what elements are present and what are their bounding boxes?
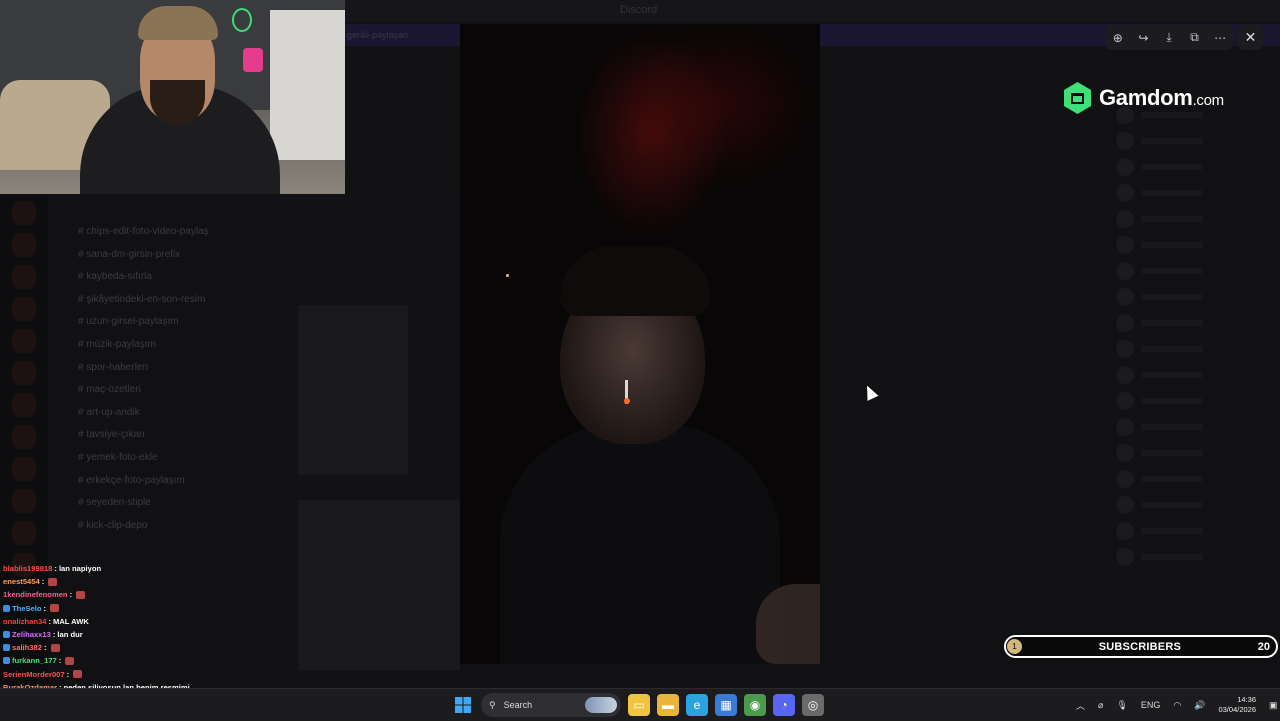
viewed-photo[interactable] <box>460 24 820 664</box>
background-title: Discord <box>620 4 658 16</box>
language-indicator[interactable]: ENG <box>1141 700 1161 710</box>
chat-badge-icon <box>3 604 10 612</box>
network-off-icon[interactable]: ⌀ <box>1098 700 1103 711</box>
background-channel: # chips-edit-foto-video-paylaş <box>78 226 209 237</box>
chat-message: salih382 : <box>3 641 223 654</box>
chat-message: blablis199818 : lan napiyon <box>3 562 102 575</box>
stream-chat: blablis199818 : lan napiyon enest5454 : 1… <box>3 562 223 707</box>
chat-emote-icon <box>73 670 83 679</box>
wifi-icon[interactable]: ◠ <box>1173 700 1181 711</box>
background-channel: # sana-dm-girsin-prefix <box>78 248 181 260</box>
background-channel: # kaybeda-sıfırla <box>78 271 152 283</box>
windows-start-icon[interactable] <box>452 694 474 716</box>
files-icon[interactable]: ▬ <box>657 694 679 716</box>
chat-message: TheSelo : <box>3 602 223 615</box>
streamer-webcam <box>0 0 345 194</box>
file-explorer-icon[interactable]: ▭ <box>628 694 650 716</box>
chat-message: Zelihaxx13 : lan dur <box>3 628 223 641</box>
chat-emote-icon <box>50 604 60 613</box>
chat-badge-icon <box>3 631 10 639</box>
chat-username[interactable]: Zelihaxx13 <box>12 628 51 641</box>
background-channel-list: # chips-edit-foto-video-paylaş # sana-dm… <box>48 195 244 595</box>
gamdom-logo-icon <box>1064 82 1091 114</box>
subscriber-count: 20 <box>1257 640 1270 653</box>
chat-username[interactable]: TheSelo <box>12 602 42 615</box>
chat-emote-icon <box>48 577 58 586</box>
subscriber-goal-index: 1 <box>1007 639 1022 654</box>
chat-username[interactable]: onalizhan34 <box>3 615 46 628</box>
chrome-icon[interactable]: ◉ <box>744 694 766 716</box>
chat-username[interactable]: SerienMorder007 <box>3 668 65 681</box>
chat-username[interactable]: salih382 <box>12 641 42 654</box>
background-header-item: geräli-paylaşan <box>347 30 409 40</box>
chat-emote-icon <box>50 643 60 652</box>
obs-icon[interactable]: ◎ <box>802 694 824 716</box>
clock-date: 03/04/2026 <box>1218 705 1257 714</box>
more-options-icon[interactable]: ⋯ <box>1210 28 1230 48</box>
search-label: Search <box>503 700 533 710</box>
sponsor-logo: Gamdom.com <box>1064 82 1224 114</box>
notifications-icon[interactable]: ▣ <box>1269 700 1278 711</box>
chat-badge-icon <box>3 657 10 665</box>
windows-taskbar: ⚲ Search ▭ ▬ e ▦ ◉ ◔ ◎ ︿ ⌀ 🎙 ENG ◠ 🔊 14:36 03/… <box>0 688 1280 721</box>
background-channel: # art-up-andik <box>78 406 140 418</box>
background-channel: # kick-clip-depo <box>78 519 148 531</box>
subscriber-goal-bar: 1 SUBSCRIBERS 20 <box>1004 635 1278 658</box>
background-channel: # spor-haberleri <box>78 361 149 373</box>
chat-message: 1kendinefenomen : <box>3 588 223 601</box>
background-channel: # şikâyetindeki-en-son-resim <box>78 293 206 305</box>
chat-message: enest5454 : <box>3 575 223 588</box>
chat-emote-icon <box>65 656 75 665</box>
clock[interactable]: 14:36 03/04/2026 <box>1218 695 1256 715</box>
subscriber-label: SUBSCRIBERS <box>1098 640 1182 653</box>
background-member-list <box>1110 100 1280 680</box>
chat-text: lan napiyon <box>58 564 102 574</box>
taskbar-search-box[interactable]: ⚲ Search <box>481 693 621 717</box>
background-channel: # müzik-paylaşım <box>78 338 156 350</box>
search-icon: ⚲ <box>489 699 496 710</box>
close-viewer-button[interactable]: ✕ <box>1238 25 1263 50</box>
chat-username[interactable]: enest5454 <box>3 575 40 588</box>
clock-time: 14:36 <box>1237 695 1257 704</box>
forward-icon[interactable]: ↪ <box>1133 28 1153 48</box>
discord-icon[interactable]: ◔ <box>773 694 795 716</box>
chat-username[interactable]: blablis199818 <box>3 562 52 575</box>
background-channel: # yemek-foto-ekle <box>78 451 158 463</box>
volume-icon[interactable]: 🔊 <box>1194 700 1205 711</box>
background-message-area <box>250 195 460 675</box>
chevron-up-icon[interactable]: ︿ <box>1076 699 1085 712</box>
chat-username[interactable]: furkann_177 <box>12 654 57 667</box>
chat-badge-icon <box>3 644 10 652</box>
background-channel: # uzun-girsel-paylaşım <box>78 316 179 328</box>
system-tray: ︿ ⌀ 🎙 ENG ◠ 🔊 14:36 03/04/2026 ▣ <box>1076 689 1278 721</box>
background-channel: # tavsiye-çıkan <box>78 429 145 441</box>
chat-message: SerienMorder007 : <box>3 668 223 681</box>
zoom-in-icon[interactable]: ⊕ <box>1108 28 1128 48</box>
background-channel: # maç-özetleri <box>78 384 141 396</box>
edge-icon[interactable]: e <box>686 694 708 716</box>
chat-message: furkann_177 : <box>3 654 223 667</box>
background-channel: # seyeden-stiple <box>78 497 151 509</box>
chat-emote-icon <box>76 590 86 599</box>
sponsor-name: Gamdom.com <box>1099 85 1224 110</box>
chat-text: MAL AWK <box>53 616 89 626</box>
image-viewer-toolbar: ⊕ ↪ ⤓ ⧉ ⋯ <box>1105 25 1233 50</box>
store-icon[interactable]: ▦ <box>715 694 737 716</box>
open-external-icon[interactable]: ⧉ <box>1185 28 1205 48</box>
background-channel: # erkekçe-foto-paylaşım <box>78 474 185 486</box>
chat-text: lan dur <box>57 630 83 640</box>
chat-message: onalizhan34 : MAL AWK <box>3 615 89 628</box>
download-icon[interactable]: ⤓ <box>1159 28 1179 48</box>
microphone-icon[interactable]: 🎙 <box>1116 700 1127 711</box>
chat-username[interactable]: 1kendinefenomen <box>3 588 68 601</box>
